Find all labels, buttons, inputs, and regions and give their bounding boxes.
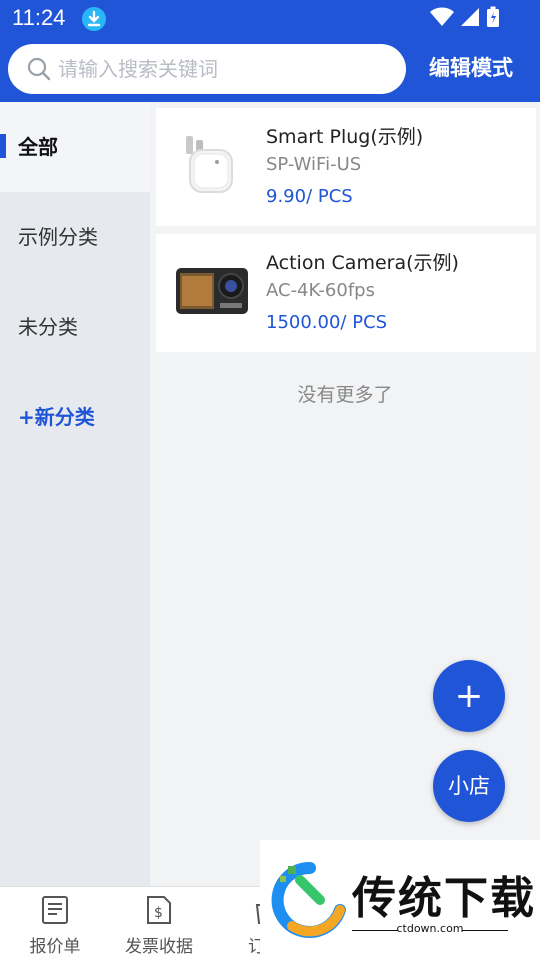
- no-more-text: 没有更多了: [297, 384, 393, 406]
- edit-mode-button[interactable]: 编辑模式: [416, 52, 526, 82]
- store-button[interactable]: 小店: [433, 750, 505, 822]
- product-card[interactable]: Smart Plug(示例) SP-WiFi-US 9.90/ PCS: [156, 108, 536, 226]
- tab-invoice-receipt[interactable]: $ 发票收据: [104, 887, 214, 960]
- watermark-logo-icon: [270, 860, 350, 944]
- product-model: AC-4K-60fps: [266, 280, 375, 301]
- watermark-title: 传统下载: [352, 873, 536, 924]
- watermark: 传统下载 ctdown.com: [260, 840, 540, 960]
- watermark-rule-right: [462, 930, 508, 931]
- search-bar[interactable]: [8, 44, 406, 94]
- product-model: SP-WiFi-US: [266, 154, 362, 175]
- category-sidebar: 全部 示例分类 未分类 +新分类: [0, 102, 150, 886]
- download-icon: [82, 7, 106, 31]
- product-name: Action Camera(示例): [266, 252, 459, 274]
- category-uncategorized[interactable]: 未分类: [0, 282, 150, 372]
- add-category-button[interactable]: +新分类: [0, 372, 150, 462]
- document-icon: [0, 895, 110, 930]
- search-icon: [26, 56, 52, 86]
- tab-label: 发票收据: [125, 937, 193, 957]
- category-all[interactable]: 全部: [0, 102, 150, 192]
- search-input[interactable]: [58, 52, 388, 86]
- status-bar: 11:24: [0, 0, 540, 36]
- smart-plug-image: [174, 126, 250, 202]
- status-time: 11:24: [12, 5, 66, 30]
- top-header: 编辑模式: [0, 36, 540, 102]
- product-card[interactable]: Action Camera(示例) AC-4K-60fps 1500.00/ P…: [156, 234, 536, 352]
- action-camera-image: [174, 252, 250, 328]
- wifi-icon: [430, 7, 454, 31]
- product-name: Smart Plug(示例): [266, 126, 424, 148]
- battery-icon: [486, 6, 500, 32]
- add-product-button[interactable]: +: [433, 660, 505, 732]
- receipt-dollar-icon: $: [104, 895, 214, 930]
- tab-label: 报价单: [29, 937, 81, 957]
- product-price: 9.90/ PCS: [266, 186, 353, 207]
- product-price: 1500.00/ PCS: [266, 312, 388, 333]
- tab-quotation[interactable]: 报价单: [0, 887, 110, 960]
- category-examples[interactable]: 示例分类: [0, 192, 150, 282]
- watermark-url: ctdown.com: [396, 922, 464, 935]
- svg-text:$: $: [154, 905, 163, 921]
- signal-icon: [460, 7, 480, 31]
